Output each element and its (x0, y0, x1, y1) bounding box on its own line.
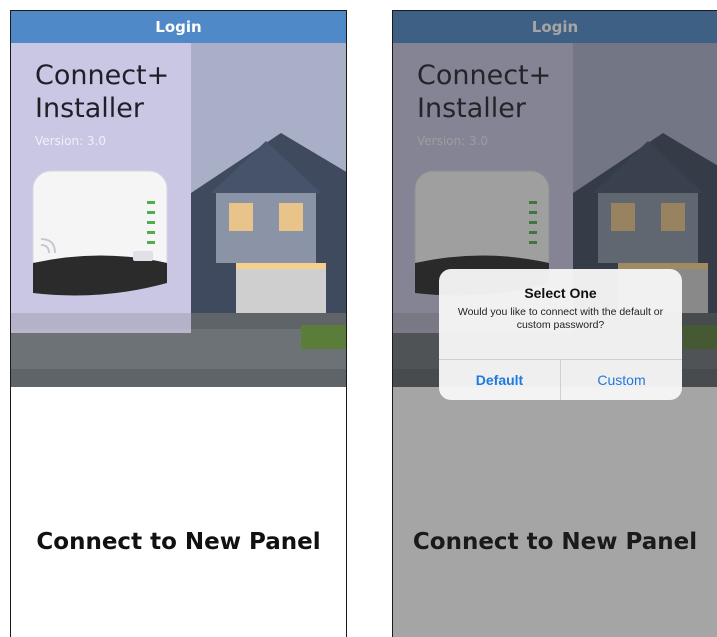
dialog-actions: Default Custom (439, 359, 682, 400)
login-screen: Login Connect+ Installer Version: 3.0 Co… (10, 10, 347, 637)
hero-image: Connect+ Installer Version: 3.0 (11, 43, 346, 387)
dialog-title: Select One (524, 285, 597, 301)
app-title: Connect+ Installer (35, 60, 170, 124)
dialog-message: Would you like to connect with the defau… (457, 306, 664, 331)
default-button[interactable]: Default (439, 360, 561, 400)
panel-device-icon (32, 170, 168, 296)
connect-new-panel-button[interactable]: Connect to New Panel (11, 529, 346, 555)
nav-title: Login (11, 11, 346, 43)
login-screen-with-dialog: Login Connect+ Installer Version: 3.0 Co… (392, 10, 717, 637)
brand-panel: Connect+ Installer Version: 3.0 (11, 43, 191, 333)
custom-button[interactable]: Custom (561, 360, 682, 400)
version-label: Version: 3.0 (35, 134, 107, 148)
select-password-dialog: Select One Would you like to connect wit… (439, 269, 682, 400)
